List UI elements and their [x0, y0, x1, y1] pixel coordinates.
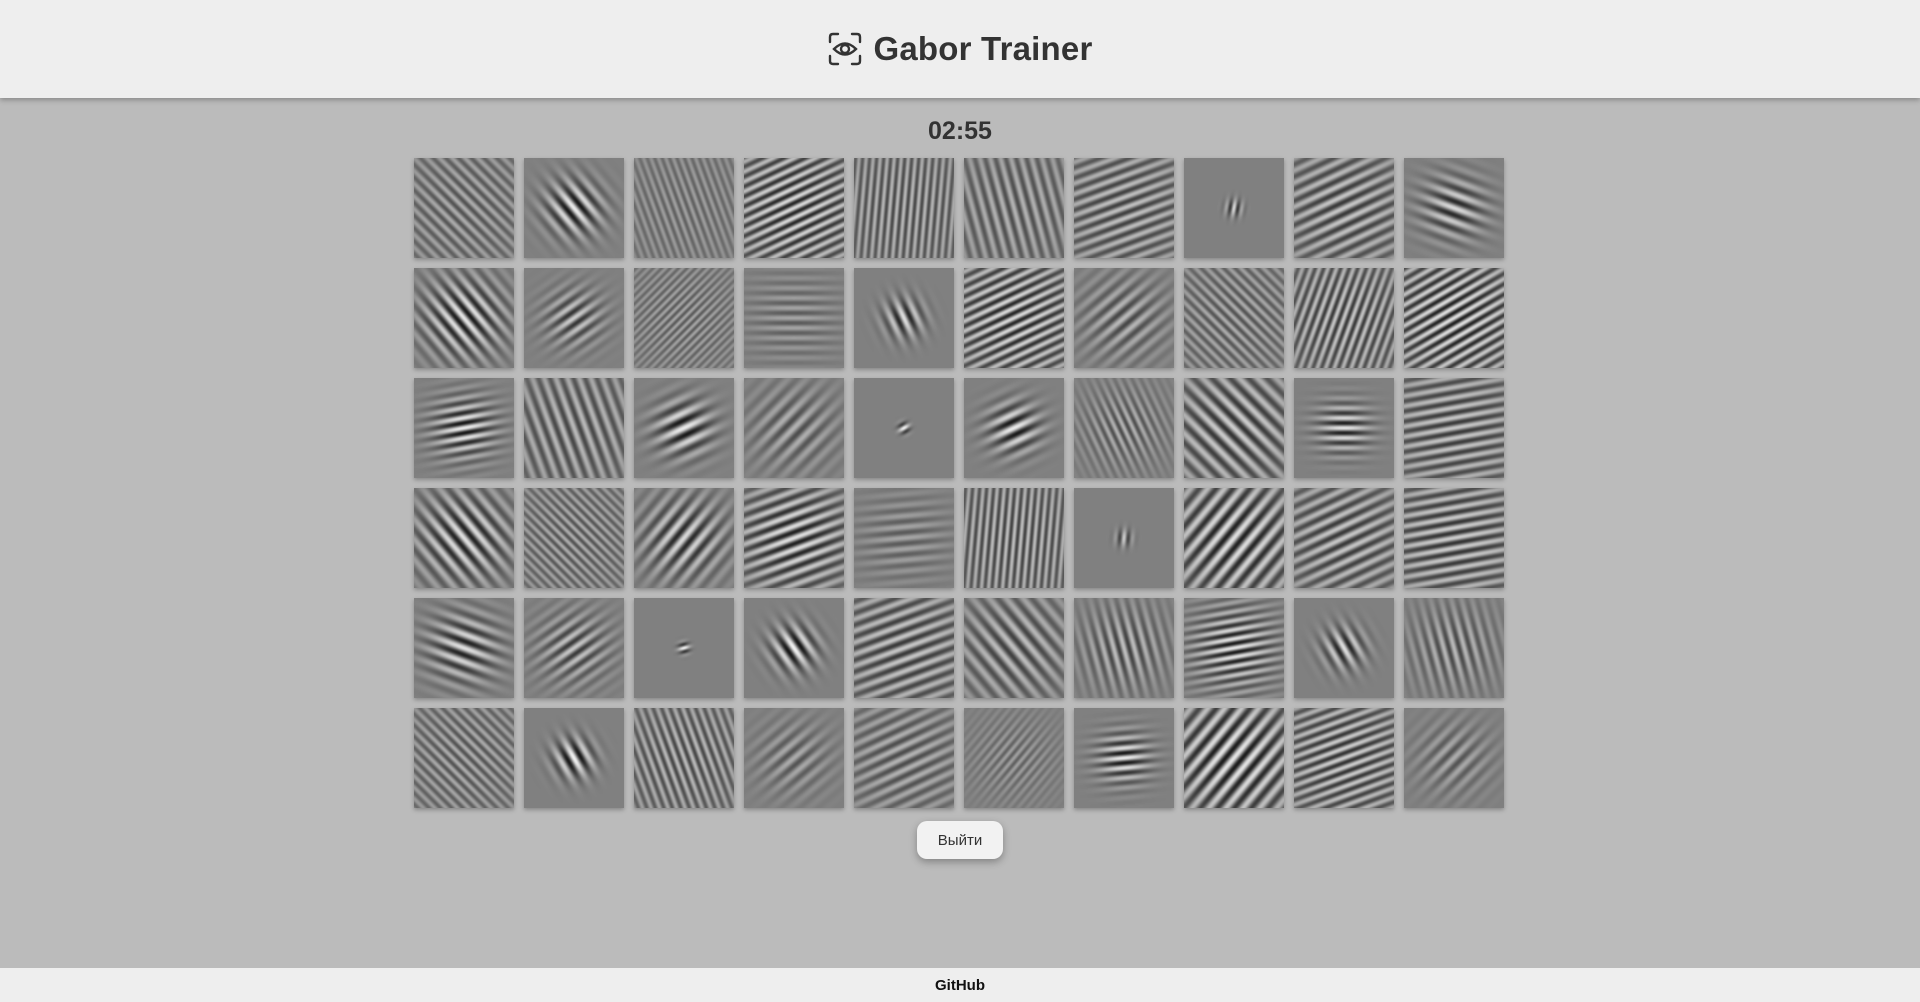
gabor-patch[interactable] [1294, 488, 1394, 588]
gabor-grid [414, 158, 1504, 808]
gabor-patch[interactable] [1184, 488, 1284, 588]
gabor-patch[interactable] [854, 268, 954, 368]
gabor-patch[interactable] [414, 708, 514, 808]
exit-button-container: Выйти [0, 821, 1920, 859]
gabor-patch[interactable] [634, 598, 734, 698]
gabor-patch[interactable] [744, 268, 844, 368]
gabor-patch[interactable] [524, 158, 624, 258]
gabor-patch[interactable] [854, 378, 954, 478]
gabor-patch[interactable] [854, 708, 954, 808]
gabor-patch[interactable] [1184, 268, 1284, 368]
app-title: Gabor Trainer [873, 30, 1093, 67]
gabor-patch[interactable] [414, 268, 514, 368]
gabor-patch[interactable] [1184, 708, 1284, 808]
gabor-patch[interactable] [854, 488, 954, 588]
gabor-patch[interactable] [1074, 378, 1174, 478]
gabor-patch[interactable] [524, 378, 624, 478]
gabor-patch[interactable] [744, 488, 844, 588]
gabor-patch[interactable] [1404, 708, 1504, 808]
gabor-patch[interactable] [1294, 378, 1394, 478]
app-footer: GitHub [0, 968, 1920, 1002]
gabor-patch[interactable] [854, 598, 954, 698]
gabor-patch[interactable] [964, 708, 1064, 808]
gabor-patch[interactable] [964, 598, 1064, 698]
gabor-patch[interactable] [1074, 268, 1174, 368]
gabor-patch[interactable] [634, 268, 734, 368]
app-header: Gabor Trainer [0, 0, 1920, 98]
gabor-patch[interactable] [414, 378, 514, 478]
gabor-patch[interactable] [524, 708, 624, 808]
gabor-patch[interactable] [744, 708, 844, 808]
gabor-patch[interactable] [634, 708, 734, 808]
gabor-patch[interactable] [1294, 158, 1394, 258]
gabor-patch[interactable] [1074, 598, 1174, 698]
gabor-patch[interactable] [1404, 598, 1504, 698]
gabor-patch[interactable] [964, 268, 1064, 368]
gabor-patch[interactable] [524, 268, 624, 368]
gabor-patch[interactable] [1184, 378, 1284, 478]
brand: Gabor Trainer [827, 30, 1092, 68]
gabor-patch[interactable] [1294, 268, 1394, 368]
gabor-patch[interactable] [1404, 378, 1504, 478]
gabor-patch[interactable] [1404, 488, 1504, 588]
gabor-patch[interactable] [1404, 158, 1504, 258]
gabor-patch[interactable] [964, 378, 1064, 478]
gabor-patch[interactable] [1074, 488, 1174, 588]
gabor-patch[interactable] [634, 158, 734, 258]
gabor-patch[interactable] [414, 488, 514, 588]
gabor-patch[interactable] [1404, 268, 1504, 368]
gabor-patch[interactable] [1294, 598, 1394, 698]
github-link[interactable]: GitHub [935, 977, 985, 994]
gabor-patch[interactable] [744, 158, 844, 258]
gabor-patch[interactable] [414, 158, 514, 258]
gabor-patch[interactable] [1074, 708, 1174, 808]
gabor-patch[interactable] [524, 488, 624, 588]
gabor-patch[interactable] [634, 378, 734, 478]
gabor-patch[interactable] [964, 488, 1064, 588]
gabor-patch[interactable] [1184, 598, 1284, 698]
eye-scan-icon [829, 32, 862, 66]
exit-button[interactable]: Выйти [917, 821, 1003, 859]
gabor-patch[interactable] [414, 598, 514, 698]
gabor-patch[interactable] [744, 598, 844, 698]
gabor-patch[interactable] [1184, 158, 1284, 258]
gabor-patch[interactable] [1294, 708, 1394, 808]
gabor-patch[interactable] [1074, 158, 1174, 258]
gabor-patch[interactable] [964, 158, 1064, 258]
gabor-patch[interactable] [744, 378, 844, 478]
gabor-patch[interactable] [854, 158, 954, 258]
countdown-timer: 02:55 [928, 117, 992, 145]
gabor-patch[interactable] [634, 488, 734, 588]
gabor-patch[interactable] [524, 598, 624, 698]
